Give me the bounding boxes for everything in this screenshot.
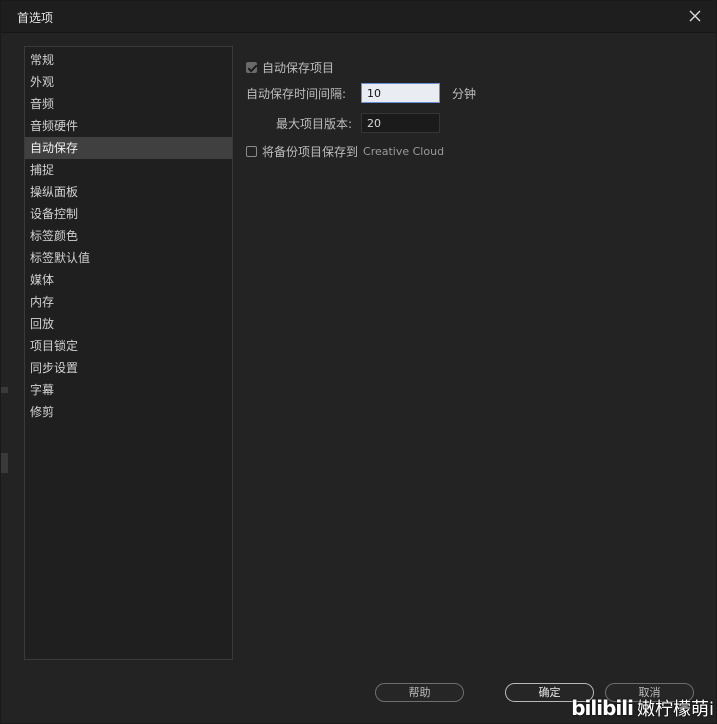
- dialog-title: 首选项: [17, 11, 54, 25]
- sidebar-item[interactable]: 字幕: [25, 379, 232, 401]
- bilibili-logo-icon: bilibili: [571, 696, 634, 720]
- interval-label: 自动保存时间间隔:: [246, 86, 347, 101]
- interval-row: 自动保存时间间隔: 分钟: [246, 83, 476, 103]
- close-icon: [689, 10, 701, 22]
- sidebar-item[interactable]: 音频硬件: [25, 115, 232, 137]
- sidebar-item[interactable]: 捕捉: [25, 159, 232, 181]
- interval-input[interactable]: [361, 83, 440, 103]
- cloud-backup-checkbox[interactable]: [246, 146, 257, 157]
- sidebar-item[interactable]: 外观: [25, 71, 232, 93]
- max-versions-input[interactable]: [361, 113, 440, 133]
- sidebar-item[interactable]: 回放: [25, 313, 232, 335]
- autosave-panel: 自动保存项目 自动保存时间间隔: 分钟 最大项目版本: 将备份项目保存到 Cre…: [246, 56, 696, 176]
- title-bar: 首选项: [1, 1, 716, 33]
- background-window-edge: [1, 387, 8, 393]
- sidebar-item[interactable]: 操纵面板: [25, 181, 232, 203]
- cloud-backup-label: 将备份项目保存到: [262, 145, 359, 159]
- sidebar-item[interactable]: 内存: [25, 291, 232, 313]
- cloud-backup-row: 将备份项目保存到 Creative Cloud: [246, 143, 444, 160]
- category-list[interactable]: 常规 外观 音频 音频硬件 自动保存 捕捉 操纵面板 设备控制 标签颜色 标签默认值 媒体 内存 回放项…: [24, 46, 233, 660]
- help-button[interactable]: 帮助: [375, 683, 464, 702]
- sidebar-item[interactable]: 修剪: [25, 401, 232, 423]
- watermark-text: 嫩柠檬萌i: [636, 699, 714, 720]
- sidebar-item[interactable]: 音频: [25, 93, 232, 115]
- preferences-dialog: 首选项 常规 外观 音频 音频硬件 自动保存 捕捉 操纵面板 设备控制 标签颜色 标签默认值 媒体内…: [0, 0, 717, 724]
- auto-save-label: 自动保存项目: [262, 61, 335, 75]
- sidebar-item[interactable]: 同步设置: [25, 357, 232, 379]
- sidebar-item[interactable]: 设备控制: [25, 203, 232, 225]
- sidebar-item[interactable]: 常规: [25, 49, 232, 71]
- max-versions-label: 最大项目版本:: [275, 116, 352, 131]
- sidebar-item[interactable]: 自动保存: [25, 137, 232, 159]
- background-window-edge: [1, 453, 8, 473]
- cloud-service-name: Creative Cloud: [363, 145, 445, 158]
- auto-save-checkbox[interactable]: [246, 62, 257, 73]
- sidebar-item[interactable]: 项目锁定: [25, 335, 232, 357]
- interval-unit: 分钟: [452, 86, 477, 101]
- sidebar-item[interactable]: 媒体: [25, 269, 232, 291]
- auto-save-row: 自动保存项目: [246, 59, 334, 76]
- bilibili-watermark: bilibili 嫩柠檬萌i: [571, 695, 714, 721]
- max-versions-row: 最大项目版本:: [246, 113, 440, 133]
- sidebar-item[interactable]: 标签颜色: [25, 225, 232, 247]
- sidebar-item[interactable]: 标签默认值: [25, 247, 232, 269]
- close-button[interactable]: [686, 7, 704, 25]
